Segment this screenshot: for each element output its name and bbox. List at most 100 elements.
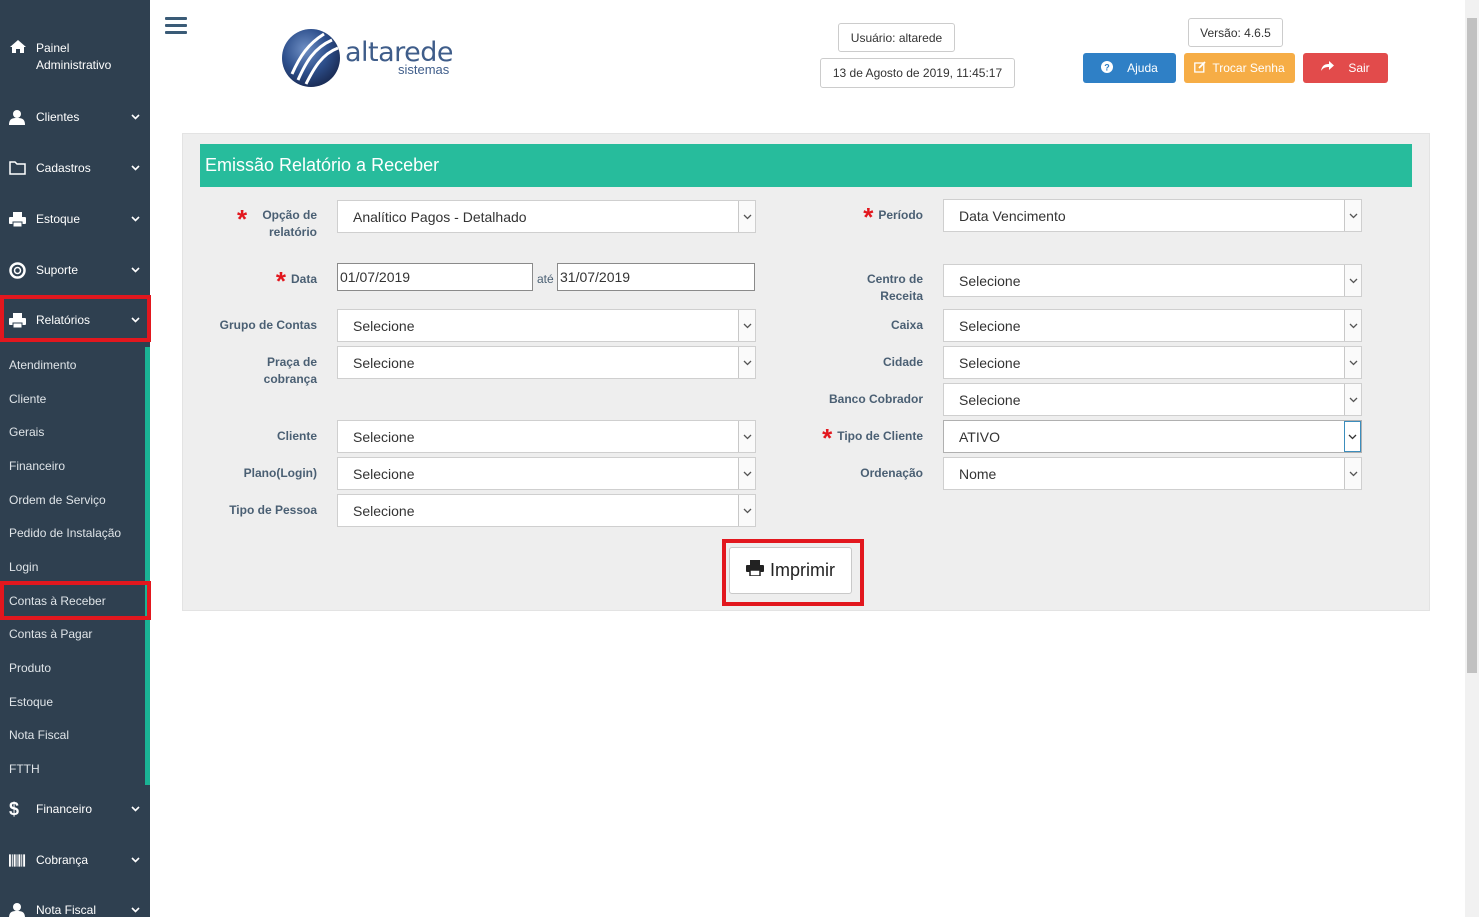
user-icon	[0, 109, 26, 125]
sidebar-item-cadastros[interactable]: Cadastros	[0, 148, 150, 188]
caixa-select[interactable]: Selecione	[943, 309, 1362, 342]
chevron-down-icon	[738, 458, 755, 489]
data-label: * Data	[220, 268, 317, 294]
submenu-item[interactable]: Financeiro	[9, 459, 65, 473]
select-value: Selecione	[959, 272, 1021, 289]
chevron-down-icon	[120, 216, 150, 222]
submenu-item[interactable]: Contas à Pagar	[9, 627, 92, 641]
tipo-cliente-select[interactable]: ATIVO	[943, 420, 1362, 453]
page-scrollbar[interactable]	[1465, 0, 1479, 917]
opcao-relatorio-select[interactable]: Analítico Pagos - Detalhado	[337, 200, 756, 233]
user-info: Usuário: altarede	[838, 23, 955, 52]
change-password-button[interactable]: Trocar Senha	[1184, 53, 1295, 83]
select-value: Selecione	[959, 317, 1021, 334]
svg-text:?: ?	[1104, 62, 1110, 72]
required-asterisk: *	[863, 202, 874, 232]
datetime-info: 13 de Agosto de 2019, 11:45:17	[820, 58, 1015, 88]
highlight-relatorios	[0, 295, 151, 342]
chevron-down-icon	[738, 310, 755, 341]
required-asterisk: *	[822, 423, 833, 453]
submenu-item[interactable]: Nota Fiscal	[9, 728, 69, 742]
version-info: Versão: 4.6.5	[1188, 18, 1283, 47]
submenu-item[interactable]: Login	[9, 560, 38, 574]
praca-cobranca-label: Praça de cobrança	[263, 355, 317, 386]
print-label: Imprimir	[770, 560, 835, 580]
ordenacao-select[interactable]: Nome	[943, 457, 1362, 490]
select-value: Selecione	[959, 391, 1021, 408]
sidebar-item-label: Cadastros	[36, 161, 91, 175]
praca-cobranca-select[interactable]: Selecione	[337, 346, 756, 379]
grupo-contas-select[interactable]: Selecione	[337, 309, 756, 342]
caixa-label: Caixa	[890, 318, 923, 332]
select-value: Selecione	[353, 317, 415, 334]
chevron-down-icon	[120, 165, 150, 171]
periodo-label: * Período	[800, 204, 923, 230]
folder-icon	[0, 161, 26, 175]
print-button[interactable]: Imprimir	[729, 547, 852, 594]
sidebar-item-cobranca[interactable]: Cobrança	[0, 840, 150, 880]
sidebar-item-label: Estoque	[36, 212, 81, 226]
scrollbar-thumb[interactable]	[1467, 18, 1477, 673]
tipo-pessoa-select[interactable]: Selecione	[337, 494, 756, 527]
chevron-down-icon	[1344, 384, 1361, 415]
barcode-icon	[0, 853, 26, 867]
select-value: Selecione	[959, 354, 1021, 371]
sidebar-admin-link[interactable]: Painel Administrativo	[10, 40, 140, 72]
chevron-down-icon	[120, 907, 150, 913]
exit-button[interactable]: Sair	[1303, 53, 1388, 83]
banco-cobrador-select[interactable]: Selecione	[943, 383, 1362, 416]
periodo-select[interactable]: Data Vencimento	[943, 199, 1362, 232]
chevron-down-icon	[1344, 458, 1361, 489]
sidebar-item-estoque[interactable]: Estoque	[0, 199, 150, 239]
chevron-down-icon	[1344, 421, 1361, 452]
centro-receita-select[interactable]: Selecione	[943, 264, 1362, 297]
sidebar-item-label: Financeiro	[36, 802, 93, 816]
chevron-down-icon	[1344, 265, 1361, 296]
label-text: Data	[290, 272, 317, 286]
plano-login-select[interactable]: Selecione	[337, 457, 756, 490]
sidebar-item-label: Nota Fiscal	[36, 903, 97, 917]
submenu-item[interactable]: Ordem de Serviço	[9, 493, 106, 507]
sidebar-item-suporte[interactable]: Suporte	[0, 250, 150, 290]
submenu-item[interactable]: Cliente	[9, 392, 46, 406]
chevron-down-icon	[120, 806, 150, 812]
submenu-item[interactable]: Gerais	[9, 425, 44, 439]
centro-receita-label: Centro de Receita	[866, 272, 923, 303]
dollar-icon: $	[9, 798, 20, 819]
submenu-item[interactable]: Pedido de Instalação	[9, 526, 121, 540]
sidebar-item-label: Cobrança	[36, 853, 89, 867]
sidebar-item-clientes[interactable]: Clientes	[0, 97, 150, 137]
required-asterisk: *	[237, 204, 248, 234]
print-icon	[746, 560, 764, 581]
sidebar-item-financeiro[interactable]: $ Financeiro	[0, 789, 150, 829]
submenu-item[interactable]: Atendimento	[9, 358, 76, 372]
date-separator: até	[537, 272, 554, 286]
question-circle-icon: ?	[1101, 60, 1114, 76]
cliente-select[interactable]: Selecione	[337, 420, 756, 453]
user-icon	[0, 902, 26, 917]
chevron-down-icon	[738, 347, 755, 378]
chevron-down-icon	[738, 201, 755, 232]
menu-toggle-icon[interactable]	[165, 17, 187, 36]
help-button[interactable]: ? Ajuda	[1083, 53, 1176, 83]
edit-icon	[1194, 60, 1206, 76]
relatorios-submenu: Atendimento Cliente Gerais Financeiro Or…	[0, 347, 150, 785]
banco-cobrador-label: Banco Cobrador	[828, 392, 923, 406]
panel-title: Emissão Relatório a Receber	[200, 144, 1412, 187]
submenu-item[interactable]: FTTH	[9, 762, 40, 776]
select-value: Selecione	[353, 428, 415, 445]
chevron-down-icon	[1344, 347, 1361, 378]
sidebar-item-nota-fiscal[interactable]: Nota Fiscal	[0, 890, 150, 917]
submenu-item[interactable]: Produto	[9, 661, 51, 675]
chevron-down-icon	[120, 114, 150, 120]
sidebar-admin-label: Painel Administrativo	[36, 41, 112, 72]
date-from-input[interactable]: 01/07/2019	[337, 263, 533, 291]
label-text: Tipo de Cliente	[837, 429, 923, 443]
cidade-select[interactable]: Selecione	[943, 346, 1362, 379]
date-to-input[interactable]: 31/07/2019	[557, 263, 755, 291]
select-value: ATIVO	[959, 428, 1000, 445]
submenu-item[interactable]: Estoque	[9, 695, 53, 709]
chevron-down-icon	[1344, 310, 1361, 341]
change-password-label: Trocar Senha	[1212, 61, 1285, 75]
logo-subtext: sistemas	[398, 62, 450, 77]
